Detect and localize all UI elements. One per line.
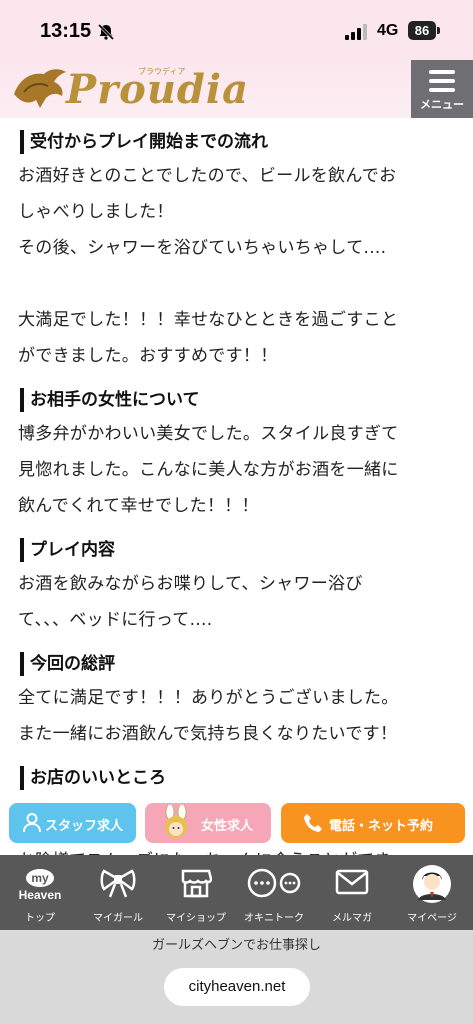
menu-button[interactable]: メニュー <box>411 60 473 118</box>
tab-label: メルマガ <box>332 913 372 924</box>
tab-top[interactable]: my Heaven トップ <box>0 855 80 930</box>
tab-label: マイショップ <box>166 913 226 924</box>
action-bar: スタッフ求人 女性求人 電話・ネット予約 <box>0 800 473 846</box>
browser-hint[interactable]: ガールズヘブンでお仕事探し <box>0 934 473 953</box>
my-heaven-icon: my Heaven <box>19 869 62 902</box>
section-body: お酒を飲みながらお喋りして、シャワー浴び て、、、ベッドに行って.... <box>18 574 363 630</box>
staff-recruit-button[interactable]: スタッフ求人 <box>9 803 136 843</box>
url-bar[interactable]: cityheaven.net <box>164 968 310 1006</box>
female-recruit-button[interactable]: 女性求人 <box>145 803 271 843</box>
tab-label: トップ <box>25 913 55 924</box>
section-title: プレイ内容 <box>20 538 458 562</box>
bunny-girl-icon <box>165 805 187 838</box>
section-body: 全てに満足です！！！ありがとうございました。 また一緒にお酒飲んで気持ち良くなり… <box>18 688 399 744</box>
reserve-label: 電話・ネット予約 <box>329 819 434 834</box>
tab-my-girl[interactable]: マイガール <box>78 855 158 930</box>
female-recruit-label: 女性求人 <box>201 819 254 834</box>
avatar-icon <box>413 865 451 903</box>
section-flow: 受付からプレイ開始までの流れ お酒好きとのことでしたので、ビールを飲んでお しゃ… <box>18 130 458 374</box>
tab-bar: my Heaven トップ マイガール マイショップ オキニトーク メルマガ マ… <box>0 855 473 930</box>
shop-icon <box>181 869 212 898</box>
logo-kana: プラウディア <box>138 67 186 76</box>
signal-icon <box>345 24 367 40</box>
tab-label: オキニトーク <box>244 913 304 924</box>
section-play: プレイ内容 お酒を飲みながらお喋りして、シャワー浴び て、、、ベッドに行って..… <box>18 538 458 638</box>
section-title: 今回の総評 <box>20 652 458 676</box>
tab-my-page[interactable]: マイページ <box>392 855 472 930</box>
review-content: 受付からプレイ開始までの流れ お酒好きとのことでしたので、ビールを飲んでお しゃ… <box>18 130 458 790</box>
section-summary: 今回の総評 全てに満足です！！！ありがとうございました。 また一緒にお酒飲んで気… <box>18 652 458 752</box>
tab-label: マイページ <box>407 913 457 924</box>
section-partner: お相手の女性について 博多弁がかわいい美女でした。スタイル良すぎて 見惚れました… <box>18 388 458 524</box>
tab-mail-magazine[interactable]: メルマガ <box>312 855 392 930</box>
tab-okini-talk[interactable]: オキニトーク <box>234 855 314 930</box>
tab-my-shop[interactable]: マイショップ <box>156 855 236 930</box>
network-type: 4G <box>377 22 399 39</box>
ribbon-icon <box>100 869 136 898</box>
hamburger-menu-icon <box>429 70 455 92</box>
phone-icon <box>304 814 322 832</box>
tab-label: マイガール <box>93 913 143 924</box>
chat-bubbles-icon <box>247 868 301 898</box>
person-icon <box>23 813 41 833</box>
staff-recruit-label: スタッフ求人 <box>45 819 124 834</box>
section-title: お相手の女性について <box>20 388 458 412</box>
griffin-logo-icon[interactable] <box>10 64 70 112</box>
section-title: お店のいいところ <box>20 766 458 790</box>
section-shop-good: お店のいいところ <box>18 766 458 790</box>
reserve-button[interactable]: 電話・ネット予約 <box>281 803 465 843</box>
menu-label: メニュー <box>420 98 464 111</box>
browser-bottom: ガールズヘブンでお仕事探し cityheaven.net <box>0 930 473 1024</box>
my-badge-text: my <box>31 871 49 885</box>
battery-level: 86 <box>408 21 436 40</box>
section-title: 受付からプレイ開始までの流れ <box>20 130 458 154</box>
heaven-badge-text: Heaven <box>19 888 62 902</box>
bell-muted-icon <box>97 23 115 41</box>
status-bar: 13:15 4G 86 <box>0 0 473 60</box>
status-time: 13:15 <box>40 20 92 42</box>
site-header: Proudia プラウディア メニュー <box>0 60 473 118</box>
section-body: 博多弁がかわいい美女でした。スタイル良すぎて 見惚れました。こんなに美人な方がお… <box>18 424 399 516</box>
battery-tip <box>437 27 440 34</box>
mail-icon <box>335 869 369 895</box>
section-body: お酒好きとのことでしたので、ビールを飲んでお しゃべりしました！ その後、シャワ… <box>18 166 399 366</box>
